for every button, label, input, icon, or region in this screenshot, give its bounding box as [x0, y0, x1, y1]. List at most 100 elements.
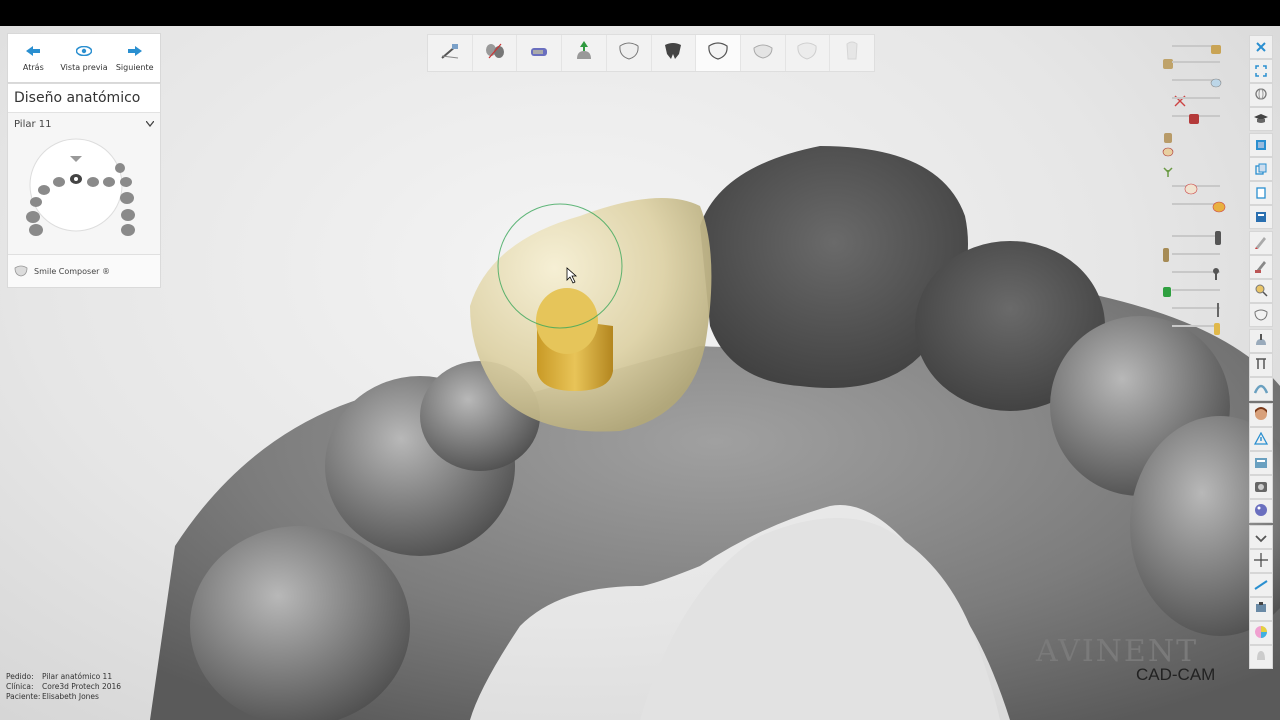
attachment-button[interactable] — [1249, 329, 1273, 353]
clinica-label: Clínica: — [6, 682, 34, 691]
3d-viewport[interactable]: Atrás Vista previa Siguiente Diseño anat… — [0, 26, 1280, 720]
tool-tooth-active[interactable] — [696, 35, 741, 71]
palette-button[interactable] — [1249, 499, 1273, 523]
slider-crown[interactable] — [1160, 38, 1230, 54]
tool-paint[interactable] — [517, 35, 563, 71]
duplicate-button[interactable] — [1249, 181, 1273, 205]
slider-analog[interactable] — [1160, 282, 1230, 298]
implant-icon — [1162, 129, 1174, 143]
face-icon — [1254, 406, 1268, 425]
close-button[interactable] — [1249, 35, 1273, 59]
tooth-outline-icon — [618, 42, 640, 64]
paciente-label: Paciente: — [6, 692, 41, 701]
rotate-button[interactable] — [1249, 83, 1273, 107]
arch-icon — [1253, 380, 1269, 399]
photo-icon — [1254, 478, 1268, 497]
fullscreen-icon — [1255, 62, 1267, 81]
tool-tooth-light[interactable] — [741, 35, 786, 71]
document-button[interactable] — [1249, 205, 1273, 229]
cross-button[interactable] — [1249, 549, 1273, 573]
arrow-left-icon — [26, 45, 41, 57]
abutment-selector[interactable]: Pilar 11 — [8, 113, 160, 130]
tool-scissors[interactable] — [428, 35, 473, 71]
tool-insertion-axis[interactable] — [562, 35, 607, 71]
info-card-button[interactable] — [1249, 451, 1273, 475]
pen-icon — [1254, 234, 1268, 253]
slider-plant[interactable] — [1160, 162, 1230, 178]
slider-screw[interactable] — [1160, 228, 1230, 245]
tool-tooth-ghost[interactable] — [830, 35, 874, 71]
pin-icon — [1212, 266, 1224, 280]
paint-tool-icon — [528, 42, 550, 64]
slider-tooth-color[interactable] — [1160, 196, 1230, 213]
pen-button[interactable] — [1249, 231, 1273, 255]
tooth-left-molar — [190, 526, 410, 720]
tool-button[interactable] — [1249, 573, 1273, 597]
slider-thin-post[interactable] — [1160, 300, 1230, 317]
slider-antagonist[interactable] — [1160, 108, 1230, 124]
bell-button[interactable] — [1249, 645, 1273, 669]
slider-scanbody[interactable] — [1160, 142, 1230, 158]
tool-tooth-lighter[interactable] — [786, 35, 831, 71]
thin-post-icon — [1216, 302, 1228, 317]
color-wheel-button[interactable] — [1249, 621, 1273, 645]
abutment-button[interactable] — [1249, 597, 1273, 621]
copy-button[interactable] — [1249, 157, 1273, 181]
copy-icon — [1255, 160, 1267, 179]
search-tooth-icon — [1254, 282, 1268, 301]
abutment-icon — [1254, 600, 1268, 619]
smile-composer-button[interactable]: Smile Composer ® — [8, 254, 160, 287]
search-tooth-button[interactable] — [1249, 279, 1273, 303]
tooth-light-icon — [752, 42, 774, 64]
tool-tooth-dark[interactable] — [652, 35, 697, 71]
slider-tooth-light[interactable] — [1160, 178, 1230, 195]
dental-model-scene[interactable] — [0, 26, 1280, 720]
tool-divide[interactable] — [473, 35, 518, 71]
insertion-axis-icon — [574, 41, 594, 65]
fullscreen-button[interactable] — [1249, 59, 1273, 83]
back-label: Atrás — [22, 62, 44, 72]
tooth-ghost-icon — [845, 41, 859, 65]
brand-subtitle: CAD-CAM — [1136, 665, 1216, 684]
preview-button[interactable]: Vista previa — [59, 34, 110, 82]
workflow-toolbar — [427, 34, 875, 72]
slider-post[interactable] — [1160, 246, 1230, 262]
visibility-sliders — [1160, 38, 1230, 338]
abutment-selector-value: Pilar 11 — [14, 119, 52, 130]
graduation-button[interactable] — [1249, 107, 1273, 131]
matrix-button[interactable] — [1249, 353, 1273, 377]
sculpt-button[interactable] — [1249, 255, 1273, 279]
palette-icon — [1254, 502, 1268, 521]
slider-pin[interactable] — [1160, 264, 1230, 280]
brand-logo-text: AVINENT — [1036, 634, 1199, 669]
slider-abutment[interactable] — [1160, 318, 1230, 335]
tool-tooth-outline[interactable] — [607, 35, 652, 71]
scissors-tool-icon — [440, 42, 460, 64]
warning-button[interactable] — [1249, 427, 1273, 451]
photo-button[interactable] — [1249, 475, 1273, 499]
antagonist-icon — [1188, 110, 1200, 124]
warning-icon — [1253, 430, 1269, 449]
chevron-button[interactable] — [1249, 525, 1273, 549]
back-button[interactable]: Atrás — [8, 34, 59, 82]
box-icon — [1255, 136, 1267, 155]
slider-scissors[interactable] — [1160, 90, 1230, 107]
face-button[interactable] — [1249, 403, 1273, 427]
preview-label: Vista previa — [60, 62, 108, 72]
tooth-button[interactable] — [1249, 303, 1273, 327]
order-info: Pedido: Pilar anatómico 11 Clínica: Core3d… — [6, 672, 121, 702]
tooth-map[interactable] — [8, 130, 160, 250]
tooth-dark-icon — [662, 42, 684, 64]
next-button[interactable]: Siguiente — [109, 34, 160, 82]
chevron-down-icon — [1255, 528, 1267, 547]
slider-gingiva[interactable] — [1160, 72, 1230, 88]
tool-icon — [1254, 576, 1268, 595]
tooth-color-icon — [1212, 198, 1226, 213]
box-button[interactable] — [1249, 133, 1273, 157]
panel-title: Diseño anatómico — [8, 84, 160, 113]
document-icon — [1255, 208, 1267, 227]
sculpt-icon — [1254, 258, 1268, 277]
arch-button[interactable] — [1249, 377, 1273, 401]
bell-icon — [1255, 648, 1267, 667]
slider-model-upper[interactable] — [1160, 54, 1230, 70]
